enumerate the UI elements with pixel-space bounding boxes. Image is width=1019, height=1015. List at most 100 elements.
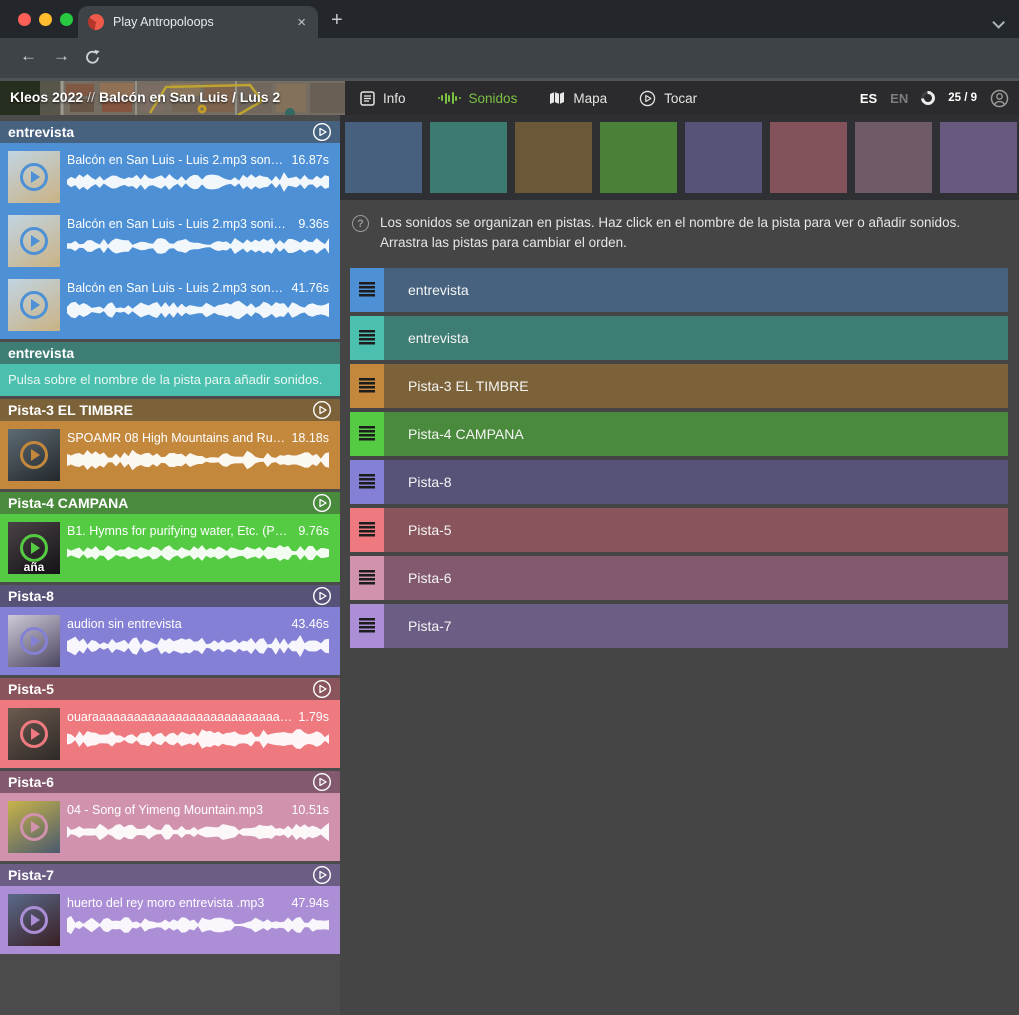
clip-play-icon[interactable] — [20, 720, 48, 748]
play-track-icon[interactable] — [312, 122, 332, 142]
clip-play-icon[interactable] — [20, 163, 48, 191]
track-header[interactable]: Pista-3 EL TIMBRE — [0, 399, 340, 421]
clip[interactable]: 04 - Song of Yimeng Mountain.mp310.51s — [3, 796, 337, 858]
maximize-window-button[interactable] — [60, 13, 73, 26]
clip[interactable]: ouaraaaaaaaaaaaaaaaaaaaaaaaaaaaaaaaaa...… — [3, 703, 337, 765]
app-header-right: ES EN 25 / 9 — [860, 81, 1009, 115]
track-row-pista-5[interactable]: Pista-5 — [350, 508, 1008, 552]
drag-handle[interactable] — [350, 316, 384, 360]
play-track-icon[interactable] — [312, 679, 332, 699]
track-header[interactable]: Pista-5 — [0, 678, 340, 700]
drag-handle[interactable] — [350, 412, 384, 456]
clip-play-icon[interactable] — [20, 906, 48, 934]
loop-cell[interactable] — [345, 122, 422, 193]
loop-cell[interactable] — [515, 122, 592, 193]
drag-handle[interactable] — [350, 508, 384, 552]
tab-close-icon[interactable]: × — [295, 13, 308, 32]
loop-cell[interactable] — [430, 122, 507, 193]
track-row-pista-6[interactable]: Pista-6 — [350, 556, 1008, 600]
track-header[interactable]: Pista-6 — [0, 771, 340, 793]
clip-thumbnail[interactable] — [8, 151, 60, 203]
reload-button[interactable] — [84, 49, 101, 66]
track-header[interactable]: entrevista — [0, 121, 340, 143]
minimize-window-button[interactable] — [39, 13, 52, 26]
drag-handle[interactable] — [350, 604, 384, 648]
thumbnail-caption: aña — [8, 560, 60, 574]
clip-thumbnail[interactable] — [8, 215, 60, 267]
track-header[interactable]: Pista-4 CAMPANA — [0, 492, 340, 514]
waveform — [67, 170, 329, 194]
loop-cell[interactable] — [855, 122, 932, 193]
new-tab-button[interactable]: + — [331, 9, 343, 32]
clip[interactable]: Balcón en San Luis - Luis 2.mp3 sonido h… — [3, 274, 337, 336]
close-window-button[interactable] — [18, 13, 31, 26]
clip-thumbnail[interactable] — [8, 801, 60, 853]
browser-tab[interactable]: Play Antropoloops × — [78, 6, 318, 38]
track-row-label: Pista-7 — [408, 618, 452, 634]
clip[interactable]: Balcón en San Luis - Luis 2.mp3 sonido h… — [3, 146, 337, 208]
track-clips: audion sin entrevista43.46s — [0, 607, 340, 675]
clip[interactable]: SPOAMR 08 High Mountains and Running ...… — [3, 424, 337, 486]
clip-play-icon[interactable] — [20, 291, 48, 319]
play-track-icon[interactable] — [312, 772, 332, 792]
nav-sonidos[interactable]: Sonidos — [438, 91, 518, 106]
play-track-icon[interactable] — [312, 400, 332, 420]
clip-play-icon[interactable] — [20, 627, 48, 655]
clip-duration: 10.51s — [291, 803, 329, 817]
clip[interactable]: audion sin entrevista43.46s — [3, 610, 337, 672]
clip-play-icon[interactable] — [20, 441, 48, 469]
track-clips: Balcón en San Luis - Luis 2.mp3 sonido h… — [0, 143, 340, 339]
clip-play-icon[interactable] — [20, 227, 48, 255]
track-row-pista-7[interactable]: Pista-7 — [350, 604, 1008, 648]
lang-es-button[interactable]: ES — [860, 91, 877, 106]
track-row-pista-4[interactable]: Pista-4 CAMPANA — [350, 412, 1008, 456]
drag-handle[interactable] — [350, 268, 384, 312]
forward-button[interactable]: → — [53, 46, 70, 66]
clip-duration: 18.18s — [291, 431, 329, 445]
play-track-icon[interactable] — [312, 586, 332, 606]
track-section-pista-8: Pista-8 audion sin entrevista43.46s — [0, 585, 340, 675]
track-header[interactable]: Pista-7 — [0, 864, 340, 886]
nav-mapa[interactable]: Mapa — [549, 91, 607, 106]
clip-thumbnail[interactable]: aña — [8, 522, 60, 574]
track-row-pista-8[interactable]: Pista-8 — [350, 460, 1008, 504]
clip-body: huerto del rey moro entrevista .mp347.94… — [64, 889, 337, 951]
clip-thumbnail[interactable] — [8, 615, 60, 667]
clip[interactable]: aña B1. Hymns for purifying water, Etc. … — [3, 517, 337, 579]
clip-thumbnail[interactable] — [8, 429, 60, 481]
drag-handle-icon — [359, 522, 375, 537]
loop-cell[interactable] — [600, 122, 677, 193]
loop-cell[interactable] — [770, 122, 847, 193]
play-track-icon[interactable] — [312, 865, 332, 885]
tab-search-chevron-icon[interactable] — [992, 16, 1005, 29]
loop-cell[interactable] — [940, 122, 1017, 193]
track-row-entrevista-2[interactable]: entrevista — [350, 316, 1008, 360]
track-row-pista-3[interactable]: Pista-3 EL TIMBRE — [350, 364, 1008, 408]
drag-handle[interactable] — [350, 556, 384, 600]
track-row-entrevista-1[interactable]: entrevista — [350, 268, 1008, 312]
clip[interactable]: huerto del rey moro entrevista .mp347.94… — [3, 889, 337, 951]
clip-play-icon[interactable] — [20, 534, 48, 562]
track-header[interactable]: Pista-8 — [0, 585, 340, 607]
play-track-icon[interactable] — [312, 493, 332, 513]
track-header[interactable]: entrevista — [0, 342, 340, 364]
help-box: ? Los sonidos se organizan en pistas. Ha… — [340, 200, 1019, 263]
browser-toolbar: ← → app.antropoloops.com/Kleos-Santa-Mar… — [0, 38, 1019, 78]
clip[interactable]: Balcón en San Luis - Luis 2.mp3 sonido h… — [3, 210, 337, 272]
nav-tocar[interactable]: Tocar — [639, 90, 697, 107]
drag-handle[interactable] — [350, 460, 384, 504]
clip-thumbnail[interactable] — [8, 894, 60, 946]
location-thumbnail[interactable]: Kleos 2022//Balcón en San Luis / Luis 2 — [0, 81, 345, 115]
drag-handle-icon — [359, 570, 375, 585]
loop-cell[interactable] — [685, 122, 762, 193]
clip-thumbnail[interactable] — [8, 708, 60, 760]
back-button[interactable]: ← — [20, 46, 37, 66]
drag-handle[interactable] — [350, 364, 384, 408]
nav-info[interactable]: Info — [360, 91, 406, 106]
clip-thumbnail[interactable] — [8, 279, 60, 331]
lang-en-button[interactable]: EN — [890, 91, 908, 106]
account-icon[interactable] — [990, 89, 1009, 108]
track-clips: 04 - Song of Yimeng Mountain.mp310.51s — [0, 793, 340, 861]
track-clips: ouaraaaaaaaaaaaaaaaaaaaaaaaaaaaaaaaaa...… — [0, 700, 340, 768]
clip-play-icon[interactable] — [20, 813, 48, 841]
